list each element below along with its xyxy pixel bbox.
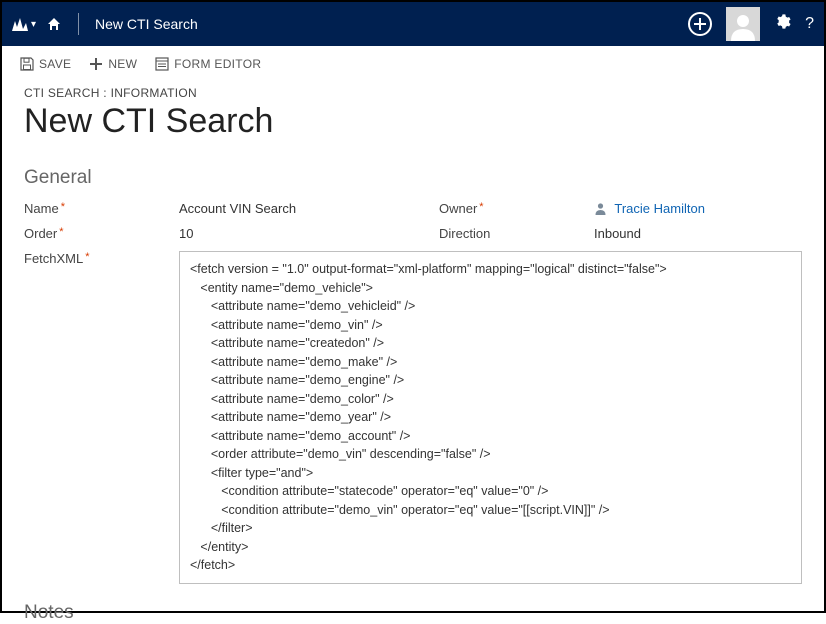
- name-label: Name*: [24, 201, 169, 216]
- home-icon[interactable]: [46, 16, 62, 32]
- name-field[interactable]: Account VIN Search: [179, 201, 429, 216]
- separator: [78, 13, 79, 35]
- fetchxml-row: FetchXML* <fetch version = "1.0" output-…: [24, 251, 802, 584]
- chevron-down-icon: ▾: [31, 19, 36, 30]
- help-icon[interactable]: ?: [805, 15, 814, 33]
- quick-create-button[interactable]: [688, 12, 712, 36]
- fetchxml-label: FetchXML*: [24, 251, 169, 584]
- field-grid: Name* Account VIN Search Owner* Tracie H…: [24, 201, 802, 241]
- section-general: General: [24, 167, 802, 189]
- order-field[interactable]: 10: [179, 226, 429, 241]
- form-content: CTI SEARCH : INFORMATION New CTI Search …: [2, 86, 824, 624]
- order-label: Order*: [24, 226, 169, 241]
- owner-link[interactable]: Tracie Hamilton: [614, 201, 705, 216]
- save-icon: [20, 57, 34, 71]
- form-editor-button[interactable]: FORM EDITOR: [155, 57, 261, 71]
- person-icon: [594, 202, 607, 215]
- top-nav-bar: ▾ New CTI Search ?: [2, 2, 824, 46]
- new-label: NEW: [108, 57, 137, 71]
- plus-icon: [89, 57, 103, 71]
- app-logo-menu[interactable]: ▾: [12, 17, 36, 31]
- command-bar: SAVE NEW FORM EDITOR: [2, 46, 824, 82]
- save-label: SAVE: [39, 57, 71, 71]
- owner-field[interactable]: Tracie Hamilton: [594, 201, 802, 216]
- fetchxml-field[interactable]: <fetch version = "1.0" output-format="xm…: [179, 251, 802, 584]
- top-nav-left: ▾ New CTI Search: [12, 13, 198, 35]
- new-button[interactable]: NEW: [89, 57, 137, 71]
- page-title: New CTI Search: [24, 102, 802, 141]
- breadcrumb: CTI SEARCH : INFORMATION: [24, 86, 802, 100]
- form-editor-label: FORM EDITOR: [174, 57, 261, 71]
- settings-icon[interactable]: [774, 13, 791, 35]
- direction-field[interactable]: Inbound: [594, 226, 802, 241]
- user-avatar[interactable]: [726, 7, 760, 41]
- form-icon: [155, 57, 169, 71]
- topbar-title: New CTI Search: [95, 16, 198, 32]
- save-button[interactable]: SAVE: [20, 57, 71, 71]
- direction-label: Direction: [439, 226, 584, 241]
- owner-label: Owner*: [439, 201, 584, 216]
- top-nav-right: ?: [688, 7, 814, 41]
